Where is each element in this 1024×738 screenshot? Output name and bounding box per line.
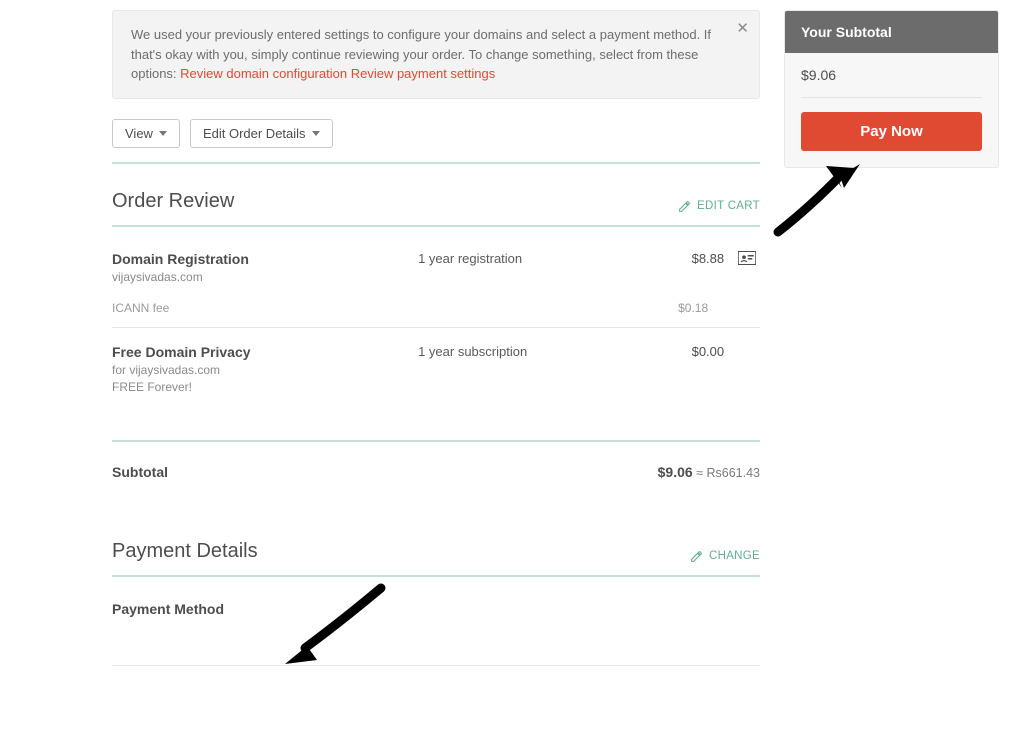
pencil-icon [690,550,703,563]
line-item-group: Domain Registration vijaysivadas.com 1 y… [112,235,760,328]
item-price: $0.00 [608,344,725,396]
edit-cart-link[interactable]: EDIT CART [678,200,760,213]
fee-row: ICANN fee $0.18 [112,297,760,327]
close-icon[interactable]: ✕ [736,21,749,36]
edit-cart-label: EDIT CART [697,200,760,212]
change-link[interactable]: CHANGE [690,550,760,563]
order-review-header: Order Review EDIT CART [112,164,760,225]
review-payment-settings-link[interactable]: Review payment settings [351,66,496,81]
payment-details-header: Payment Details CHANGE [112,502,760,575]
order-items: Domain Registration vijaysivadas.com 1 y… [112,227,760,440]
subtotal-panel: Your Subtotal $9.06 Pay Now [784,10,999,168]
edit-order-label: Edit Order Details [203,126,306,141]
subtotal-amount: $9.06 [801,67,982,83]
caret-down-icon [312,131,320,136]
payment-method-label: Payment Method [112,577,760,665]
edit-order-details-dropdown[interactable]: Edit Order Details [190,119,333,148]
view-dropdown[interactable]: View [112,119,180,148]
divider [801,97,982,98]
pencil-icon [678,200,691,213]
item-sub: for vijaysivadas.com FREE Forever! [112,362,410,396]
view-label: View [125,126,153,141]
caret-down-icon [159,131,167,136]
item-sub: vijaysivadas.com [112,269,410,286]
item-term: 1 year registration [418,251,599,286]
subtotal-panel-title: Your Subtotal [785,11,998,53]
item-term: 1 year subscription [418,344,599,396]
subtotal-label: Subtotal [112,464,168,480]
review-domain-config-link[interactable]: Review domain configuration [180,66,347,81]
change-label: CHANGE [709,550,760,562]
configuration-notice: We used your previously entered settings… [112,10,760,99]
fee-price: $0.18 [592,301,709,315]
payment-details-title: Payment Details [112,540,258,563]
pay-now-button[interactable]: Pay Now [801,112,982,151]
line-item: Domain Registration vijaysivadas.com 1 y… [112,235,760,298]
item-price: $8.88 [608,251,725,286]
fee-label: ICANN fee [112,301,410,315]
order-review-title: Order Review [112,190,234,213]
subtotal-approx: ≈ Rs661.43 [693,466,760,480]
item-title: Domain Registration [112,251,410,267]
subtotal-price: $9.06 [658,464,693,480]
subtotal-row: Subtotal $9.06 ≈ Rs661.43 [112,442,760,502]
order-toolbar: View Edit Order Details [112,119,760,148]
line-item: Free Domain Privacy for vijaysivadas.com… [112,327,760,432]
divider [112,665,760,666]
id-card-icon [732,251,756,286]
item-title: Free Domain Privacy [112,344,410,360]
